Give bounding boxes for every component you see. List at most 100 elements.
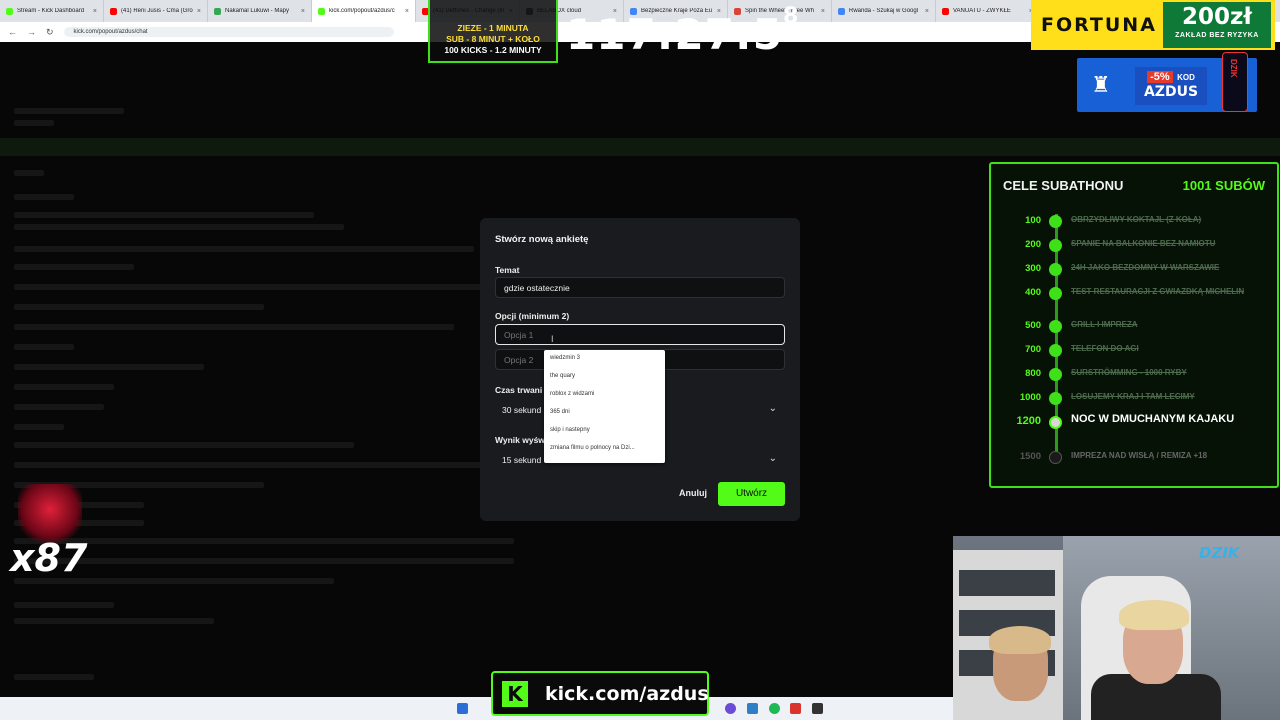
url-field[interactable]: kick.com/popout/azdus/chat [63, 27, 394, 37]
tab-favicon-icon [838, 7, 845, 15]
create-button[interactable]: Utwórz [718, 482, 785, 506]
fortuna-logo: FORTUNA [1041, 14, 1157, 36]
subathon-timer: 117:27:58 [566, 4, 799, 59]
fortuna-amount: 200zł [1182, 4, 1252, 30]
goal-item: 200 SPANIE NA BALKONIE BEZ NAMIOTU [991, 236, 1277, 256]
close-tab-icon[interactable]: × [821, 8, 825, 15]
tab-favicon-icon [942, 7, 949, 15]
browser-tab[interactable]: Nakamal Lukuwi - Mapy × [208, 0, 312, 22]
goal-item: 1200 NOC W DMUCHANYM KAJAKU [991, 413, 1277, 433]
energy-can: DZIK [1222, 52, 1248, 112]
dzik-percent: -5% [1147, 71, 1173, 83]
browser-tab[interactable]: Rwanda - Szukaj w Googl × [832, 0, 936, 22]
close-tab-icon[interactable]: × [197, 8, 201, 15]
close-tab-icon[interactable]: × [93, 8, 97, 15]
browser-tab[interactable]: (41) Reni Jusis - Ćma (Gro × [104, 0, 208, 22]
goal-amount: 200 [1025, 239, 1041, 250]
tab-favicon-icon [214, 7, 221, 15]
autocomplete-item[interactable]: the quary [544, 368, 665, 386]
spotify-icon[interactable] [769, 703, 780, 714]
goal-item: 300 24H JAKO BEZDOMNY W WARSZAWIE [991, 260, 1277, 280]
duration-value: 30 sekund [502, 405, 542, 415]
goal-label: OBRZYDLIWY KOKTAJL (Z KOŁA) [1071, 215, 1202, 224]
app-icon[interactable] [790, 703, 801, 714]
webcam-feed: DZIK [953, 536, 1280, 720]
goal-marker-icon [1049, 239, 1062, 252]
goal-label: 24H JAKO BEZDOMNY W WARSZAWIE [1071, 263, 1220, 272]
goal-label: SPANIE NA BALKONIE BEZ NAMIOTU [1071, 239, 1216, 248]
goal-item: 1000 LOSUJEMY KRAJ I TAM LECIMY [991, 389, 1277, 409]
forward-icon[interactable]: → [27, 27, 36, 37]
fortuna-subtitle: ZAKŁAD BEZ RYZYKA [1175, 32, 1259, 39]
tab-title: VANUATU - ZWYKŁE [953, 8, 1011, 14]
goal-marker-icon [1049, 368, 1062, 381]
goal-amount: 1000 [1019, 392, 1041, 403]
app-icon[interactable] [747, 703, 758, 714]
dzik-code: AZDUS [1143, 84, 1199, 100]
goal-item: 800 SURSTRÖMMING - 1000 RYBY [991, 365, 1277, 385]
dzik-ad: ♜ -5% KOD AZDUS DZIK [1077, 52, 1257, 112]
goal-amount: 700 [1025, 344, 1041, 355]
gift-line: ZIEZE - 1 MINUTA [457, 23, 529, 33]
terminal-icon[interactable] [812, 703, 823, 714]
chevron-down-icon: ⌄ [768, 453, 777, 464]
goal-marker-icon [1049, 344, 1062, 357]
goal-amount: 1200 [1016, 415, 1041, 427]
goal-item: 100 OBRZYDLIWY KOKTAJL (Z KOŁA) [991, 212, 1277, 232]
browser-tab[interactable]: VANUATU - ZWYKŁE× [936, 0, 1040, 22]
autocomplete-item[interactable]: roblox z widzami [544, 386, 665, 404]
goal-amount: 100 [1025, 215, 1041, 226]
topic-label: Temat [495, 265, 520, 275]
back-icon[interactable]: ← [8, 27, 17, 37]
text-cursor-icon: I [551, 334, 554, 344]
kick-url: kick.com/azdus [545, 683, 709, 705]
cancel-button[interactable]: Anuluj [679, 488, 707, 498]
goal-marker-icon [1049, 287, 1062, 300]
goal-item: 1500 IMPREZA NAD WISŁĄ / REMIZA +18 [991, 448, 1277, 468]
dialog-title: Stwórz nową ankietę [495, 234, 589, 245]
kick-logo-icon: K [502, 681, 528, 707]
chat-highlight-strip [0, 138, 1280, 156]
close-tab-icon[interactable]: × [301, 8, 305, 15]
close-tab-icon[interactable]: × [405, 8, 409, 15]
dzik-promo: -5% KOD AZDUS [1135, 67, 1207, 105]
fortuna-ad: FORTUNA 200zł ZAKŁAD BEZ RYZYKA [1031, 0, 1275, 50]
goal-amount: 400 [1025, 287, 1041, 298]
tab-title: Nakamal Lukuwi - Mapy [225, 8, 290, 14]
tab-favicon-icon [318, 7, 325, 15]
goal-label: TEST RESTAURACJI Z GWIAZDKĄ MICHELIN [1071, 287, 1245, 296]
goal-item: 700 TELEFON DO AGI [991, 341, 1277, 361]
dzik-logo: DZIK [1199, 544, 1240, 562]
duration-label: Czas trwani [495, 385, 543, 395]
close-tab-icon[interactable]: × [925, 8, 929, 15]
fortuna-bonus: 200zł ZAKŁAD BEZ RYZYKA [1163, 2, 1271, 48]
start-icon[interactable] [457, 703, 468, 714]
screen: Stream - Kick Dashboard × (41) Reni Jusis … [0, 0, 1280, 720]
goal-label: GRILL I IMPREZA [1071, 320, 1138, 329]
autocomplete-item[interactable]: wiedzmin 3 [544, 350, 665, 368]
topic-input[interactable] [495, 277, 785, 298]
reload-icon[interactable]: ↻ [46, 27, 54, 38]
app-icon[interactable] [725, 703, 736, 714]
autocomplete-item[interactable]: 365 dni [544, 404, 665, 422]
result-label: Wynik wyśw [495, 435, 545, 445]
dzik-kod: KOD [1177, 73, 1195, 82]
goal-item: 500 GRILL I IMPREZA [991, 317, 1277, 337]
taskbar [0, 697, 953, 720]
options-label: Opcji (minimum 2) [495, 311, 570, 321]
autocomplete-item[interactable]: zmiana filmu o polnocy na Dzi... [544, 440, 665, 458]
tab-title: (41) Reni Jusis - Ćma (Gro [121, 8, 193, 14]
goal-label: IMPREZA NAD WISŁĄ / REMIZA +18 [1071, 451, 1208, 460]
can-label: DZIK [1229, 59, 1238, 78]
result-value: 15 sekund [502, 455, 542, 465]
gift-line: 100 KICKS - 1.2 MINUTY [444, 45, 542, 55]
option-1-input[interactable] [495, 324, 785, 345]
goal-label: LOSUJEMY KRAJ I TAM LECIMY [1071, 392, 1195, 401]
browser-tab[interactable]: Stream - Kick Dashboard × [0, 0, 104, 22]
autocomplete-item[interactable]: skip i nastepny [544, 422, 665, 440]
goals-sub-count: 1001 SUBÓW [1182, 178, 1265, 193]
combo-counter: x87 [10, 536, 88, 580]
browser-tab[interactable]: kick.com/popout/azdus/c × [312, 0, 416, 22]
goal-marker-icon [1049, 451, 1062, 464]
goal-label: SURSTRÖMMING - 1000 RYBY [1071, 368, 1187, 377]
